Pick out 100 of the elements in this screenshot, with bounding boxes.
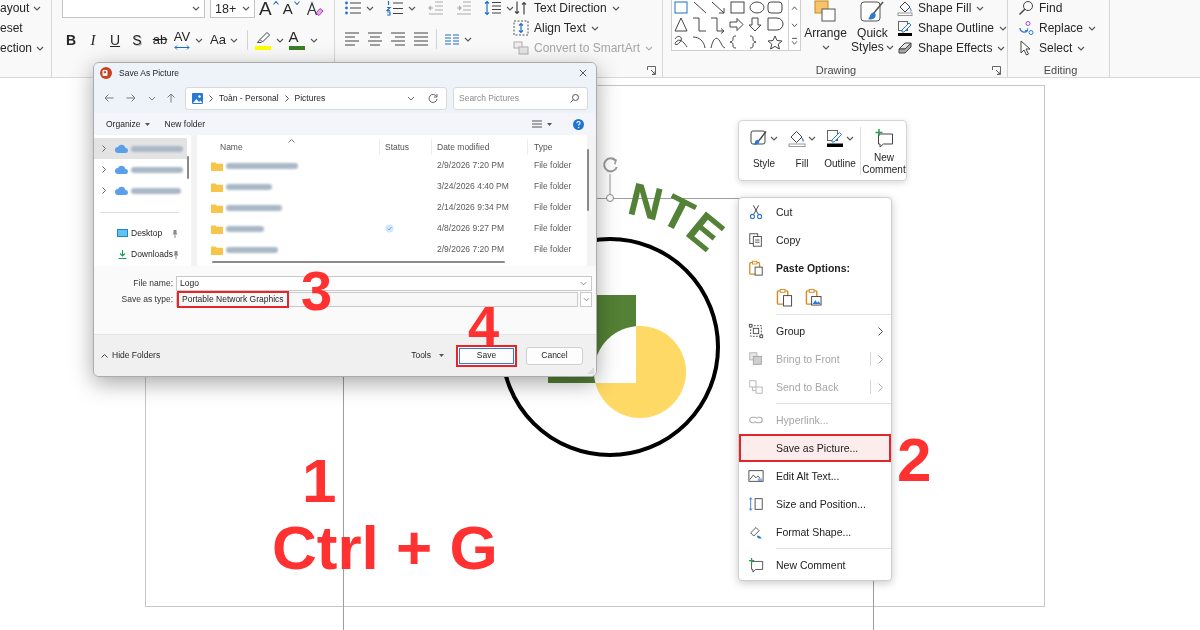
toolbar-button[interactable]: New Comment bbox=[862, 127, 906, 176]
forward-arrow-icon[interactable] bbox=[126, 93, 136, 103]
pin-icon[interactable] bbox=[173, 250, 180, 259]
clear-formatting-icon[interactable] bbox=[305, 0, 324, 17]
italic-button[interactable]: I bbox=[82, 30, 104, 50]
save-button[interactable]: Save bbox=[456, 344, 517, 367]
nav-item[interactable] bbox=[94, 138, 187, 159]
column-header[interactable]: Status bbox=[380, 139, 432, 155]
ribbon-command[interactable]: eset bbox=[0, 18, 51, 38]
ribbon-command[interactable]: Text Direction bbox=[513, 0, 654, 18]
character-spacing-button[interactable]: AV bbox=[172, 29, 205, 51]
redacted-text bbox=[131, 145, 183, 152]
change-case-button[interactable]: Aa bbox=[205, 30, 243, 50]
dialog-launcher-icon[interactable] bbox=[647, 65, 656, 75]
up-arrow-icon[interactable] bbox=[166, 93, 176, 103]
scrollbar[interactable] bbox=[212, 261, 505, 263]
strikethrough-button[interactable]: ab bbox=[148, 30, 172, 50]
column-header[interactable]: Name bbox=[197, 139, 380, 155]
table-cell-text: 2/14/2026 9:34 PM bbox=[436, 202, 510, 213]
ribbon-button[interactable]: Arrange bbox=[803, 0, 848, 54]
menu-item[interactable]: Copy bbox=[739, 226, 891, 254]
cancel-button[interactable]: Cancel bbox=[526, 346, 583, 365]
caret-icon bbox=[506, 5, 514, 11]
line-spacing-icon[interactable] bbox=[484, 0, 502, 16]
menu-heading: Paste Options: bbox=[776, 262, 851, 274]
chevron-down-icon[interactable] bbox=[580, 281, 587, 286]
ribbon-command[interactable]: Find bbox=[1018, 0, 1097, 18]
dropdown-button[interactable] bbox=[580, 292, 592, 307]
clipboard-icon bbox=[748, 260, 764, 276]
chevron-down-icon[interactable] bbox=[148, 95, 156, 101]
pin-icon[interactable] bbox=[172, 229, 178, 238]
ribbon-command[interactable]: Shape Effects bbox=[896, 38, 1007, 58]
caret-icon bbox=[885, 45, 894, 51]
ribbon-command[interactable]: Shape Fill bbox=[896, 0, 1007, 18]
caret-icon bbox=[846, 135, 854, 141]
font-size-button[interactable]: A bbox=[259, 0, 279, 19]
chevron-down-icon[interactable] bbox=[407, 95, 415, 101]
font-color-button[interactable]: A bbox=[286, 29, 320, 51]
view-options-icon[interactable] bbox=[532, 120, 542, 128]
breadcrumb[interactable]: Toàn - Personal bbox=[219, 92, 279, 104]
address-bar[interactable]: Toàn - Personal Pictures bbox=[185, 86, 447, 110]
ribbon-command[interactable]: Select bbox=[1018, 38, 1097, 58]
clipboard-picture-icon[interactable] bbox=[805, 287, 822, 307]
dialog-launcher-icon[interactable] bbox=[992, 65, 1001, 75]
menu-item[interactable]: Save as Picture... bbox=[739, 434, 891, 462]
breadcrumb[interactable]: Pictures bbox=[294, 92, 326, 104]
font-name-field[interactable] bbox=[62, 0, 205, 18]
menu-item[interactable]: New Comment bbox=[739, 551, 891, 579]
ribbon-command[interactable]: Shape Outline bbox=[896, 18, 1007, 38]
nav-item[interactable]: Desktop bbox=[94, 223, 187, 244]
ribbon-command[interactable]: Replace bbox=[1018, 18, 1097, 38]
tools-menu-button[interactable]: Tools bbox=[411, 350, 444, 361]
font-size-button[interactable]: A bbox=[282, 0, 300, 19]
search-field[interactable]: Search Pictures bbox=[453, 86, 588, 110]
toolbar-button[interactable]: Style bbox=[745, 127, 783, 170]
scrollbar[interactable] bbox=[187, 156, 189, 179]
menu-item[interactable]: Edit Alt Text... bbox=[739, 462, 891, 490]
scrollbar[interactable] bbox=[587, 149, 589, 211]
underline-button[interactable]: U bbox=[104, 30, 126, 50]
column-header[interactable]: Date modified bbox=[432, 139, 528, 155]
shape-gallery[interactable] bbox=[671, 0, 789, 51]
align-center-icon[interactable] bbox=[367, 31, 383, 47]
help-icon[interactable] bbox=[573, 118, 584, 130]
close-icon[interactable] bbox=[579, 69, 587, 77]
caret-icon[interactable] bbox=[547, 122, 552, 126]
ribbon-command[interactable]: ection bbox=[0, 38, 51, 58]
table-cell-text: File folder bbox=[533, 181, 573, 192]
menu-item[interactable]: Group bbox=[739, 317, 891, 345]
back-arrow-icon[interactable] bbox=[104, 93, 114, 103]
toolbar-button[interactable]: Fill bbox=[783, 127, 821, 170]
align-right-icon[interactable] bbox=[390, 31, 406, 47]
ribbon-command[interactable]: ayout bbox=[0, 0, 51, 18]
justify-icon[interactable] bbox=[413, 31, 429, 47]
menu-item[interactable]: Size and Position... bbox=[739, 490, 891, 518]
columns-icon[interactable] bbox=[444, 31, 460, 47]
menu-item[interactable]: Cut bbox=[739, 198, 891, 226]
toolbar-button[interactable]: Organize bbox=[106, 118, 150, 130]
nav-item[interactable]: Downloads bbox=[94, 244, 187, 265]
highlight-color-button[interactable] bbox=[252, 29, 286, 51]
ribbon-command[interactable]: Align Text bbox=[513, 18, 654, 38]
menu-item[interactable]: Format Shape... bbox=[739, 518, 891, 546]
bullets-icon[interactable] bbox=[344, 0, 362, 16]
toolbar-button[interactable]: Outline bbox=[821, 127, 859, 170]
annotation-label: 2 bbox=[897, 429, 932, 491]
column-header[interactable]: Type bbox=[528, 139, 587, 155]
caret-icon bbox=[611, 5, 620, 11]
caret-icon bbox=[1088, 25, 1097, 31]
ribbon-button[interactable]: Quick Styles bbox=[849, 0, 895, 54]
align-left-icon[interactable] bbox=[344, 31, 360, 47]
numbering-icon[interactable] bbox=[386, 0, 404, 16]
clipboard-icon[interactable] bbox=[776, 287, 793, 307]
bold-button[interactable]: B bbox=[60, 30, 82, 50]
font-size-field[interactable]: 18+ bbox=[210, 0, 255, 18]
refresh-icon[interactable] bbox=[428, 93, 438, 103]
toolbar-button[interactable]: New folder bbox=[164, 118, 206, 130]
hide-folders-button[interactable]: Hide Folders bbox=[101, 350, 161, 361]
caret-icon bbox=[1077, 45, 1086, 51]
text-shadow-button[interactable]: S bbox=[126, 30, 148, 50]
annotation-label: Ctrl + G bbox=[272, 517, 498, 579]
sort-caret-icon bbox=[288, 139, 295, 143]
